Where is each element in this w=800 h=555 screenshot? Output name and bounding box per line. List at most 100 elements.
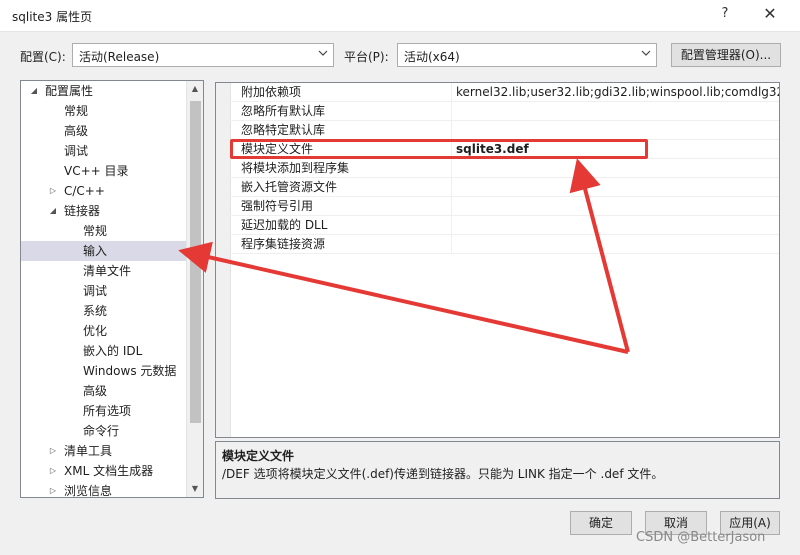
expand-icon[interactable]: ▷: [48, 441, 58, 461]
description-title: 模块定义文件: [222, 449, 295, 463]
tree-item-label: 高级: [83, 384, 108, 398]
tree-item-label: 清单文件: [83, 264, 132, 278]
platform-value: 活动(x64): [404, 50, 460, 64]
property-value[interactable]: [456, 216, 779, 235]
property-value[interactable]: [456, 235, 779, 254]
ok-button[interactable]: 确定: [570, 511, 632, 535]
tree-item-label: 常规: [64, 104, 89, 118]
tree-item-label: 调试: [64, 144, 89, 158]
tree-item-label: 嵌入的 IDL: [83, 344, 143, 358]
tree-item[interactable]: 高级: [21, 381, 187, 401]
property-value[interactable]: [456, 159, 779, 178]
tree-item[interactable]: 命令行: [21, 421, 187, 441]
description-panel: 模块定义文件 /DEF 选项将模块定义文件(.def)传递到链接器。只能为 LI…: [215, 441, 780, 499]
tree-item-label: 常规: [83, 224, 108, 238]
property-value[interactable]: kernel32.lib;user32.lib;gdi32.lib;winspo…: [456, 83, 779, 102]
tree-item[interactable]: 高级: [21, 121, 187, 141]
property-value[interactable]: [456, 178, 779, 197]
tree-item[interactable]: ◢ 配置属性: [21, 81, 187, 101]
property-row[interactable]: 程序集链接资源: [216, 235, 779, 254]
platform-label: 平台(P):: [344, 50, 389, 64]
tree-item-label: 调试: [83, 284, 108, 298]
tree-item[interactable]: 调试: [21, 281, 187, 301]
expand-icon[interactable]: ▷: [48, 481, 58, 497]
property-name: 嵌入托管资源文件: [241, 180, 338, 194]
collapse-icon[interactable]: ◢: [48, 201, 58, 221]
property-name: 程序集链接资源: [241, 237, 326, 251]
property-tree: ◢ 配置属性 常规 高级 调试 VC++ 目录 ▷ C/C++ ◢ 链接器 常规 输入 清单文件 调试 系统…: [20, 80, 204, 498]
column-divider: [451, 159, 452, 178]
property-row[interactable]: 强制符号引用: [216, 197, 779, 216]
property-name: 强制符号引用: [241, 199, 314, 213]
tree-item[interactable]: ▷ XML 文档生成器: [21, 461, 187, 481]
chevron-down-icon: [641, 50, 651, 56]
window-title: sqlite3 属性页: [12, 10, 93, 24]
tree-item-label: 高级: [64, 124, 89, 138]
tree-item-label: 优化: [83, 324, 108, 338]
tree-item[interactable]: 调试: [21, 141, 187, 161]
property-grid: 附加依赖项 kernel32.lib;user32.lib;gdi32.lib;w…: [215, 82, 780, 438]
tree-item-label: Windows 元数据: [83, 364, 177, 378]
tree-item-label: 输入: [83, 244, 108, 258]
tree-item-label: XML 文档生成器: [64, 464, 154, 478]
property-name: 附加依赖项: [241, 85, 302, 99]
property-row[interactable]: 附加依赖项 kernel32.lib;user32.lib;gdi32.lib;w…: [216, 83, 779, 102]
column-divider: [451, 121, 452, 140]
config-dropdown[interactable]: 活动(Release): [72, 43, 334, 67]
scroll-up-icon[interactable]: ▲: [187, 81, 203, 97]
tree-item-label: 浏览信息: [64, 484, 113, 498]
expand-icon[interactable]: ▷: [48, 181, 58, 201]
tree-item[interactable]: Windows 元数据: [21, 361, 187, 381]
property-name: 延迟加载的 DLL: [241, 218, 328, 232]
column-divider: [451, 178, 452, 197]
property-name: 忽略所有默认库: [241, 104, 326, 118]
column-divider: [451, 83, 452, 102]
tree-item[interactable]: 常规: [21, 221, 187, 241]
tree-item-label: 命令行: [83, 424, 120, 438]
tree-item[interactable]: ▷ C/C++: [21, 181, 187, 201]
highlight-box: [230, 139, 648, 159]
tree-item[interactable]: 优化: [21, 321, 187, 341]
tree-item[interactable]: 系统: [21, 301, 187, 321]
property-row[interactable]: 嵌入托管资源文件: [216, 178, 779, 197]
expand-icon[interactable]: ▷: [48, 461, 58, 481]
column-divider: [451, 216, 452, 235]
collapse-icon[interactable]: ◢: [29, 81, 39, 101]
tree-item[interactable]: 嵌入的 IDL: [21, 341, 187, 361]
close-icon[interactable]: ✕: [760, 4, 780, 23]
tree-item[interactable]: ◢ 链接器: [21, 201, 187, 221]
property-row[interactable]: 忽略所有默认库: [216, 102, 779, 121]
chevron-down-icon: [318, 50, 328, 56]
tree-item[interactable]: ▷ 浏览信息: [21, 481, 187, 498]
tree-item[interactable]: 所有选项: [21, 401, 187, 421]
watermark: CSDN @BetterJason: [636, 530, 766, 545]
tree-item[interactable]: 输入: [21, 241, 187, 261]
scroll-down-icon[interactable]: ▼: [187, 481, 203, 497]
property-name: 忽略特定默认库: [241, 123, 326, 137]
tree-item-label: 链接器: [64, 204, 101, 218]
tree-item-label: 所有选项: [83, 404, 132, 418]
property-row[interactable]: 忽略特定默认库: [216, 121, 779, 140]
tree-item[interactable]: ▷ 清单工具: [21, 441, 187, 461]
tree-item-label: 清单工具: [64, 444, 113, 458]
tree-item-label: C/C++: [64, 184, 105, 198]
tree-scrollbar[interactable]: ▲ ▼: [186, 81, 203, 497]
column-divider: [451, 235, 452, 254]
column-divider: [451, 102, 452, 121]
tree-item[interactable]: 清单文件: [21, 261, 187, 281]
help-icon[interactable]: ?: [717, 6, 733, 21]
property-value[interactable]: [456, 102, 779, 121]
title-bar: sqlite3 属性页 ? ✕: [0, 0, 800, 32]
property-value[interactable]: [456, 197, 779, 216]
property-row[interactable]: 延迟加载的 DLL: [216, 216, 779, 235]
scroll-thumb[interactable]: [190, 101, 201, 423]
config-manager-button[interactable]: 配置管理器(O)...: [671, 43, 781, 67]
tree-item-label: 系统: [83, 304, 108, 318]
tree-item[interactable]: VC++ 目录: [21, 161, 187, 181]
tree-item-label: 配置属性: [45, 84, 94, 98]
config-value: 活动(Release): [79, 50, 160, 64]
property-value[interactable]: [456, 121, 779, 140]
tree-item[interactable]: 常规: [21, 101, 187, 121]
platform-dropdown[interactable]: 活动(x64): [397, 43, 657, 67]
property-row[interactable]: 将模块添加到程序集: [216, 159, 779, 178]
